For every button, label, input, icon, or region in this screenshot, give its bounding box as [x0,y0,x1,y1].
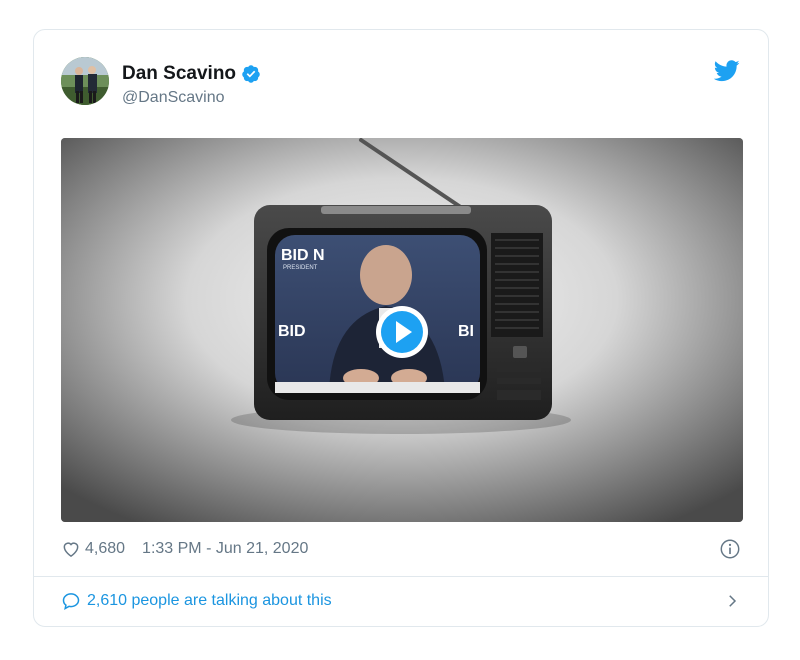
tv-banner-right-text: BI [458,323,474,340]
play-icon[interactable] [374,304,430,360]
tv-banner-left-text: BID [278,323,306,340]
tweet-timestamp[interactable]: 1:33 PM - Jun 21, 2020 [142,540,308,558]
conversation-link[interactable]: 2,610 people are talking about this [61,589,741,613]
tweet-card: Dan Scavino @DanScavino BID N PRESIDENT … [33,29,769,627]
like-button[interactable]: 4,680 [61,539,125,559]
name-row: Dan Scavino [122,63,261,85]
heart-icon [63,542,79,557]
video-media[interactable]: BID N PRESIDENT BID BI [61,138,743,522]
tweet-meta-row: 4,680 1:33 PM - Jun 21, 2020 [61,538,741,560]
talking-about-text: 2,610 people are talking about this [87,592,332,609]
divider [34,576,768,577]
avatar[interactable] [61,57,109,105]
reply-bubble-icon [62,593,80,610]
user-handle[interactable]: @DanScavino [122,89,225,107]
tv-banner-top-subtext: PRESIDENT [283,265,318,271]
display-name[interactable]: Dan Scavino [122,63,236,85]
info-icon[interactable] [719,538,741,560]
verified-badge-icon [241,64,261,84]
tv-banner-top-text: BID N [281,247,325,264]
like-count: 4,680 [85,540,126,557]
chevron-right-icon [729,595,737,607]
twitter-bird-icon[interactable] [713,60,740,82]
